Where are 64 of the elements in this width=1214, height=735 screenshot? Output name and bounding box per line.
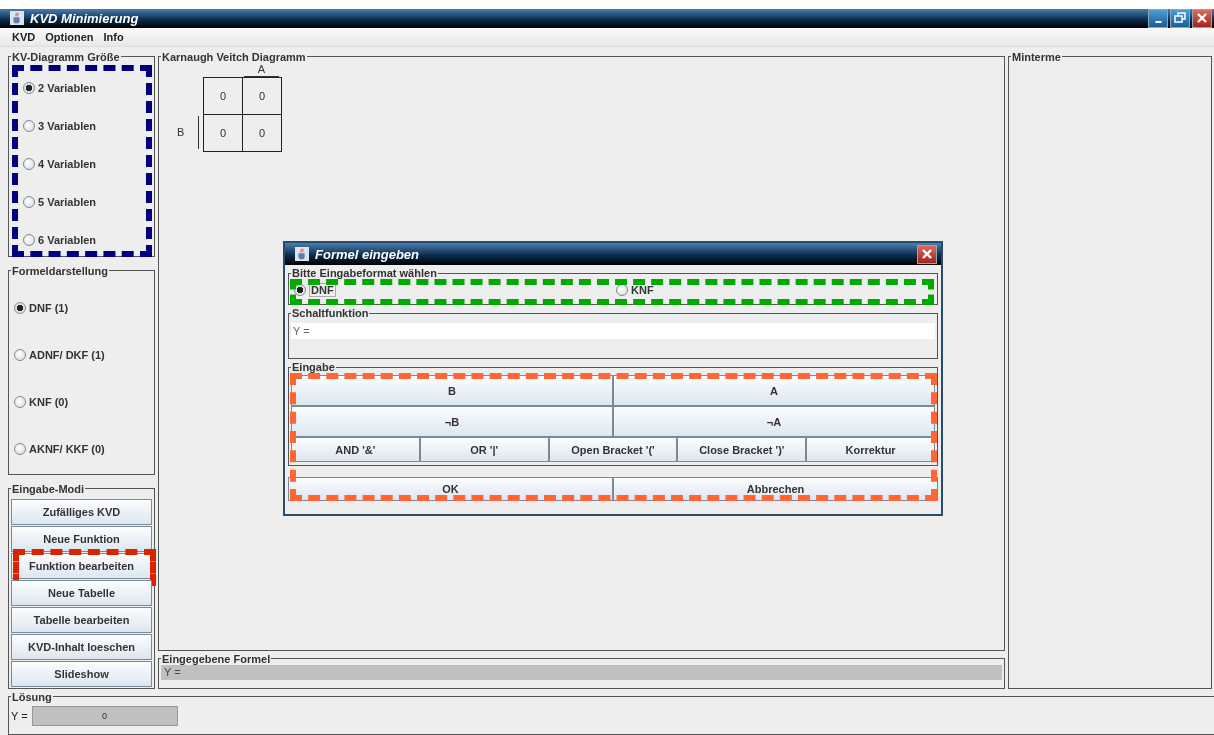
panel-title: Formeldarstellung <box>11 264 109 277</box>
radio-label[interactable]: DNF <box>309 283 336 297</box>
input-button[interactable]: OR '|' <box>419 437 549 462</box>
radio-button[interactable] <box>14 396 26 409</box>
panel-title: Minterme <box>1011 50 1062 63</box>
field-label: Y = <box>11 709 28 722</box>
mode-button[interactable]: Slideshow <box>11 660 152 687</box>
mode-button[interactable]: Neue Funktion <box>11 525 152 552</box>
radio-label[interactable]: 2 Variablen <box>38 81 97 94</box>
radio-label[interactable]: ADNF/ DKF (1) <box>29 349 105 362</box>
panel-title: KV-Diagramm Größe <box>11 50 121 63</box>
minimize-icon <box>1154 21 1162 24</box>
input-button[interactable]: AND '&' <box>291 437 420 462</box>
input-button[interactable]: ¬A <box>613 406 935 437</box>
mode-button[interactable]: KVD-Inhalt loeschen <box>11 633 152 660</box>
input-button[interactable]: A <box>613 375 935 406</box>
formula-field: Y = <box>161 664 1002 680</box>
menu-item[interactable]: Optionen <box>45 30 94 43</box>
radio-label[interactable]: 3 Variablen <box>38 119 97 132</box>
radio-label[interactable]: 4 Variablen <box>38 157 97 170</box>
menu-item[interactable]: Info <box>103 30 124 43</box>
diagram-cell[interactable]: 0 <box>203 113 243 152</box>
menu-item[interactable]: KVD <box>12 30 36 43</box>
variable-label: B <box>175 115 199 149</box>
radio-label[interactable]: KNF (0) <box>29 396 69 409</box>
radio-button[interactable] <box>23 81 35 94</box>
input-button[interactable]: Close Bracket ')' <box>677 437 807 462</box>
input-button[interactable]: ¬B <box>291 406 613 437</box>
mode-button[interactable]: Zufälliges KVD <box>11 498 152 525</box>
radio-button[interactable] <box>14 302 26 315</box>
radio-button[interactable] <box>23 233 35 246</box>
dialog-title: Formel eingeben <box>315 246 420 262</box>
radio-button[interactable] <box>14 443 26 456</box>
mode-button[interactable]: Neue Tabelle <box>11 579 152 606</box>
radio-label[interactable]: DNF (1) <box>29 302 69 315</box>
radio-button[interactable] <box>14 349 26 362</box>
input-button[interactable]: B <box>291 375 613 406</box>
function-field: Y = <box>291 323 935 339</box>
panel-title: Eingabe <box>291 361 336 373</box>
radio-button[interactable] <box>23 119 35 132</box>
panel-title: Eingegebene Formel <box>161 652 272 665</box>
radio-button[interactable] <box>23 195 35 208</box>
panel-title: Lösung <box>11 690 53 703</box>
input-button[interactable]: Korrektur <box>806 437 935 462</box>
radio-label[interactable]: KNF <box>631 284 654 296</box>
radio-label[interactable]: AKNF/ KKF (0) <box>29 443 105 456</box>
window-title: KVD Minimierung <box>30 10 139 26</box>
radio-label[interactable]: 5 Variablen <box>38 195 97 208</box>
panel-title: Bitte Eingabeformat wählen <box>291 267 438 279</box>
panel-title: Eingabe-Modi <box>11 482 86 495</box>
diagram-cell[interactable]: 0 <box>242 76 282 115</box>
input-button[interactable]: Open Bracket '(' <box>548 437 678 462</box>
diagram-cell[interactable]: 0 <box>203 76 243 115</box>
mode-button[interactable]: Tabelle bearbeiten <box>11 606 152 633</box>
variable-label: A <box>244 62 279 77</box>
coffee-cup-icon <box>295 247 309 261</box>
panel-title: Schaltfunktion <box>291 307 370 319</box>
solution-field: 0 <box>31 705 178 726</box>
diagram-cell[interactable]: 0 <box>242 113 282 152</box>
radio-label[interactable]: 6 Variablen <box>38 233 97 246</box>
coffee-cup-icon <box>10 11 24 26</box>
close-button[interactable] <box>917 244 937 264</box>
panel-title: Karnaugh Veitch Diagramm <box>161 50 307 63</box>
radio-button[interactable] <box>23 157 35 170</box>
